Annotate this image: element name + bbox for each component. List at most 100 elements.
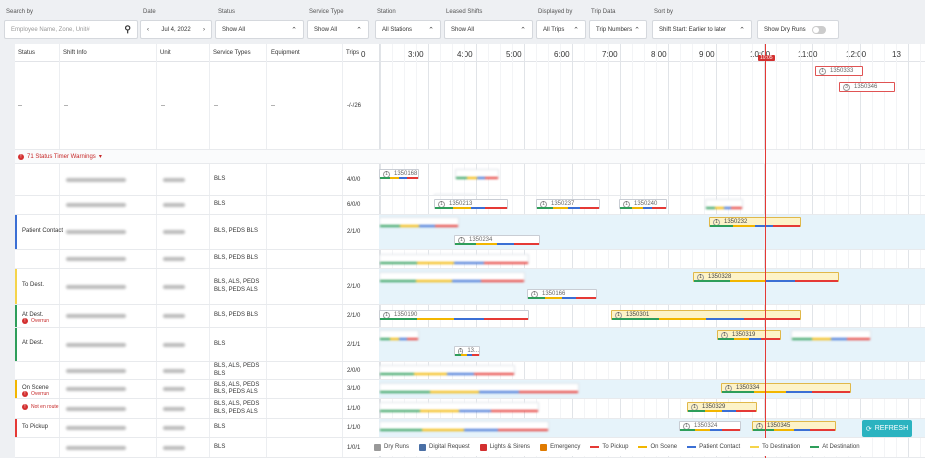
trip-bar[interactable]: 1 1350329	[687, 402, 757, 412]
table-row[interactable]: At Dest.! Overrun BLS, PEDS BLS 2/1/0 1 13501…	[15, 305, 925, 328]
table-row[interactable]: BLS, PEDS BLS	[15, 250, 925, 269]
chevron-right-icon[interactable]: ›	[203, 27, 205, 33]
unit	[160, 362, 185, 379]
table-row[interactable]: -- -- -- -- -- -/-/26 1 1350333 3 1350346	[15, 62, 925, 150]
trip-bar[interactable]: 1 1350334	[721, 383, 851, 393]
col-shift-info[interactable]: Shift Info	[63, 50, 87, 56]
trip-data-select[interactable]: Trip Numbers ⌃	[589, 20, 647, 39]
service-types: BLS	[214, 340, 226, 347]
trip-bar[interactable]	[379, 421, 549, 431]
table-row[interactable]: At Dest. BLS 2/1/1 1 13... 1 1350319	[15, 328, 925, 362]
trip-bar[interactable]: 1 1350166	[527, 289, 597, 299]
trip-bar[interactable]: 1 1350333	[815, 66, 863, 76]
chevron-left-icon[interactable]: ‹	[147, 27, 149, 33]
trips-count: 2/0/0	[347, 367, 361, 374]
table-row[interactable]: On Scene! Overrun BLS, ALS, PEDS BLS, PEDS…	[15, 380, 925, 399]
table-row[interactable]: To Dest. BLS, ALS, PEDS BLS, PEDS ALS 2/1/…	[15, 269, 925, 305]
displayed-by-select[interactable]: All Trips ⌃	[536, 20, 586, 39]
trip-bar[interactable]	[434, 194, 476, 195]
col-unit[interactable]: Unit	[160, 50, 171, 56]
service-types: BLS, PEDS BLS	[214, 228, 259, 235]
trip-bar[interactable]: 1 1350190	[379, 310, 529, 320]
col-trips[interactable]: Trips	[346, 50, 359, 56]
shift-info	[63, 399, 153, 418]
date-picker[interactable]: ‹ Jul 4, 2022 ›	[140, 20, 212, 39]
trip-bar[interactable]: 1 1350324	[679, 421, 741, 431]
trips-count: 2/1/0	[347, 283, 361, 290]
trip-bar[interactable]	[379, 254, 529, 264]
service-types: BLS	[214, 424, 226, 431]
row-status: To Dest.	[19, 269, 44, 304]
legend-swatch-icon	[638, 446, 648, 448]
trip-bar[interactable]: 1 1350232	[709, 217, 801, 227]
warning-icon: !	[18, 153, 24, 160]
status-text: At Dest.	[22, 340, 44, 346]
table-row[interactable]: BLS 4/0/0 1 1350168	[15, 164, 925, 196]
trip-bar[interactable]	[379, 383, 579, 393]
table-row[interactable]: BLS 6/0/0 1 1350213 1 1350237 1 1350240	[15, 196, 925, 215]
timeline-tick: 0	[361, 50, 366, 59]
legend-item: At Destination	[810, 444, 860, 450]
trip-bar[interactable]	[705, 199, 743, 209]
trip-bar[interactable]	[379, 402, 539, 412]
table-row[interactable]: Patient Contact BLS, PEDS BLS 2/1/0 1 135023…	[15, 215, 925, 250]
trip-bar[interactable]	[791, 330, 871, 340]
trips-count: 1/0/1	[347, 444, 361, 451]
search-input[interactable]: Employee Name, Zone, Unit# ⚲	[4, 20, 138, 39]
unit	[160, 196, 185, 214]
shift-info	[63, 164, 153, 195]
legend-swatch-icon	[590, 446, 600, 448]
trips-count: 4/0/0	[347, 176, 361, 183]
table-row[interactable]: BLS, ALS, PEDS BLS 2/0/0	[15, 362, 925, 380]
warning-icon: !	[22, 390, 28, 397]
leased-shifts-select[interactable]: Show All ⌃	[444, 20, 533, 39]
chevron-up-icon: ⌃	[634, 26, 640, 34]
legend-swatch-icon	[810, 446, 820, 448]
trip-bar[interactable]: 1 1350301	[611, 310, 801, 320]
legend-item: Dry Runs	[374, 443, 409, 451]
sort-select[interactable]: Shift Start: Earlier to later ⌃	[652, 20, 752, 39]
legend-item: To Pickup	[590, 444, 628, 450]
trip-bar[interactable]	[379, 217, 459, 227]
service-type-select[interactable]: Show All ⌃	[307, 20, 369, 39]
row-status	[19, 250, 22, 268]
trip-bar[interactable]	[379, 365, 515, 375]
search-label: Search by	[6, 9, 34, 15]
dry-runs-toggle[interactable]: Show Dry Runs	[757, 20, 839, 39]
trip-bar[interactable]: 3 1350346	[839, 82, 895, 92]
trip-bar[interactable]	[455, 169, 499, 179]
trip-bar[interactable]: 1 1350237	[536, 199, 600, 209]
status-select[interactable]: Show All ⌃	[215, 20, 304, 39]
trip-bar[interactable]: 1 13...	[454, 346, 480, 356]
col-service-types[interactable]: Service Types	[213, 50, 251, 56]
col-status[interactable]: Status	[18, 50, 35, 56]
station-select[interactable]: All Stations ⌃	[375, 20, 441, 39]
trip-bar[interactable]: 1 1350213	[434, 199, 508, 209]
chevron-up-icon: ⌃	[739, 26, 745, 34]
shift-info	[63, 362, 153, 379]
status-sub: ! Overrun	[22, 390, 49, 397]
col-equipment[interactable]: Equipment	[271, 50, 300, 56]
refresh-button[interactable]: ⟳ REFRESH	[862, 420, 912, 437]
service-types: BLS, ALS, PEDS BLS, PEDS ALS	[214, 381, 260, 395]
status-timer-warnings[interactable]: ! 71 Status Timer Warnings ▾	[15, 150, 925, 164]
trip-bar[interactable]: 1 1350168	[379, 169, 419, 179]
refresh-icon: ⟳	[865, 425, 872, 433]
sort-label: Sort by	[654, 9, 674, 15]
row-status	[19, 196, 22, 214]
trip-bar[interactable]: 1 1350328	[693, 272, 839, 282]
trip-bar[interactable]: 1 1350240	[619, 199, 667, 209]
status-sub: ! Overrun	[22, 317, 49, 324]
toggle-switch[interactable]	[811, 25, 826, 34]
timeline-tick: 7:00	[602, 50, 618, 59]
trip-bar[interactable]	[379, 272, 525, 282]
date-label: Date	[143, 9, 156, 15]
trip-bar[interactable]: 1 1350319	[717, 330, 781, 340]
shift-info	[63, 305, 153, 327]
table-row[interactable]: To Pickup BLS 1/1/0 1 1350324 1 1350345	[15, 419, 925, 438]
row-status: At Dest.	[19, 328, 43, 361]
trip-bar[interactable]	[379, 330, 419, 340]
trip-bar[interactable]: 1 1350234	[454, 235, 540, 245]
table-row[interactable]: ! Not en route BLS, ALS, PEDS BLS, PEDS AL…	[15, 399, 925, 419]
legend-item: Patient Contact	[687, 444, 740, 450]
